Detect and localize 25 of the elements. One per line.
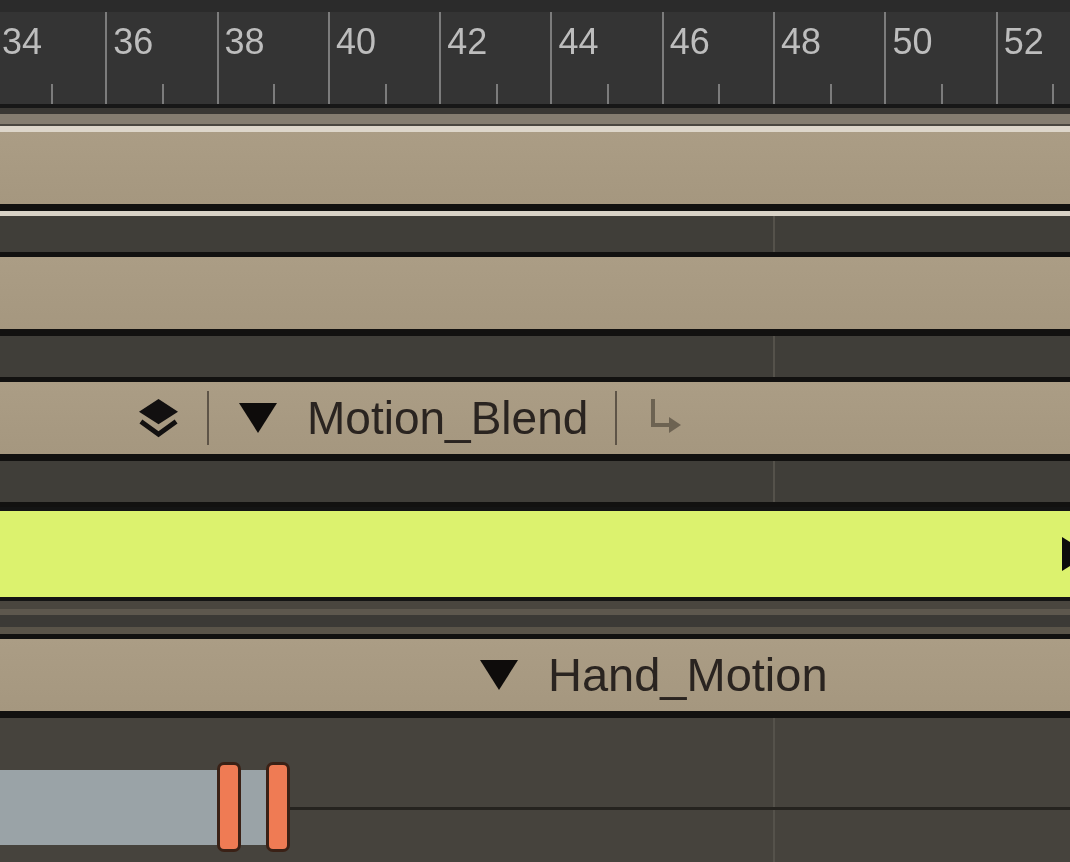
frame-number: 46 — [669, 22, 710, 62]
frame-number: 42 — [447, 22, 488, 62]
track-label: Hand_Motion — [548, 648, 828, 702]
frame-number: 36 — [113, 22, 154, 62]
handle-icon[interactable] — [217, 762, 241, 852]
group-clip[interactable]: Motion_Blend — [0, 382, 1070, 461]
end-marker-icon[interactable] — [1062, 537, 1070, 571]
clip-bar[interactable] — [0, 770, 266, 845]
time-ruler[interactable]: 34 36 38 40 42 44 46 48 50 52 — [0, 0, 1070, 108]
frame-number: 44 — [558, 22, 599, 62]
clip-bar[interactable] — [0, 507, 1070, 601]
caret-icon[interactable] — [480, 660, 518, 690]
group-clip[interactable] — [0, 257, 1070, 336]
caret-icon[interactable] — [239, 403, 277, 433]
frame-number: 48 — [781, 22, 822, 62]
frame-number: 52 — [1003, 22, 1044, 62]
handle-icon[interactable] — [266, 762, 290, 852]
group-clip[interactable]: Hand_Motion — [0, 639, 1070, 718]
track-label: Motion_Blend — [307, 391, 589, 445]
frame-number: 34 — [2, 22, 43, 62]
layers-icon[interactable] — [137, 396, 180, 440]
group-clip[interactable] — [0, 132, 1070, 211]
frame-number: 50 — [892, 22, 933, 62]
frame-number: 40 — [335, 22, 376, 62]
frame-number: 38 — [224, 22, 265, 62]
